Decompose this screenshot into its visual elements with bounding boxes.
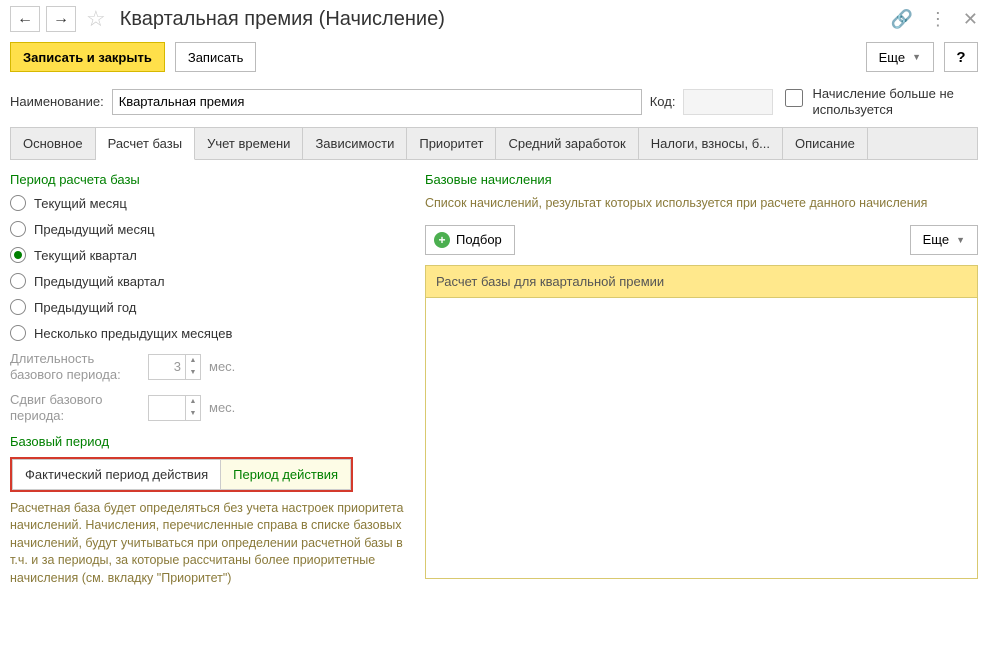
window-title: Квартальная премия (Начисление) xyxy=(116,8,885,31)
calc-note: Расчетная база будет определяться без уч… xyxy=(10,500,405,588)
shift-stepper[interactable]: ▲▼ xyxy=(148,395,201,421)
radio-icon xyxy=(10,273,26,289)
radio-current-month[interactable]: Текущий месяц xyxy=(10,195,405,211)
duration-input[interactable] xyxy=(149,355,185,379)
duration-stepper[interactable]: ▲▼ xyxy=(148,354,201,380)
bp-period-button[interactable]: Период действия xyxy=(221,459,351,490)
select-button[interactable]: + Подбор xyxy=(425,225,515,255)
tabs: Основное Расчет базы Учет времени Зависи… xyxy=(10,127,978,160)
bp-actual-button[interactable]: Фактический период действия xyxy=(12,459,221,490)
more-button[interactable]: Еще▼ xyxy=(866,42,934,72)
shift-input[interactable] xyxy=(149,396,185,420)
tab-priority[interactable]: Приоритет xyxy=(407,128,496,159)
base-accruals-desc: Список начислений, результат которых исп… xyxy=(425,195,978,213)
tab-time[interactable]: Учет времени xyxy=(195,128,303,159)
save-button[interactable]: Записать xyxy=(175,42,257,72)
chevron-down-icon: ▼ xyxy=(912,52,921,62)
tab-desc[interactable]: Описание xyxy=(783,128,868,159)
tab-tax[interactable]: Налоги, взносы, б... xyxy=(639,128,783,159)
shift-label: Сдвиг базового периода: xyxy=(10,392,140,423)
chevron-up-icon[interactable]: ▲ xyxy=(186,396,200,408)
back-button[interactable]: ← xyxy=(10,6,40,32)
plus-icon: + xyxy=(434,232,450,248)
table-header: Расчет базы для квартальной премии xyxy=(426,266,977,298)
code-input[interactable] xyxy=(683,89,773,115)
duration-label: Длительность базового периода: xyxy=(10,351,140,382)
name-label: Наименование: xyxy=(10,94,104,109)
radio-icon xyxy=(10,221,26,237)
name-input[interactable] xyxy=(112,89,642,115)
chevron-down-icon[interactable]: ▼ xyxy=(186,367,200,379)
radio-current-quarter[interactable]: Текущий квартал xyxy=(10,247,405,263)
chevron-down-icon: ▼ xyxy=(956,235,965,245)
link-icon[interactable]: 🔗 xyxy=(890,9,912,30)
base-period-title: Период расчета базы xyxy=(10,172,405,187)
chevron-up-icon[interactable]: ▲ xyxy=(186,355,200,367)
chevron-down-icon[interactable]: ▼ xyxy=(186,408,200,420)
table-body[interactable] xyxy=(426,298,977,578)
disabled-label: Начисление больше не используется xyxy=(812,86,962,117)
favorite-icon[interactable]: ☆ xyxy=(86,6,106,32)
base-accruals-title: Базовые начисления xyxy=(425,172,978,187)
forward-button[interactable]: → xyxy=(46,6,76,32)
radio-several-months[interactable]: Несколько предыдущих месяцев xyxy=(10,325,405,341)
tab-main[interactable]: Основное xyxy=(11,128,96,159)
base-period-group: Базовый период xyxy=(10,434,405,449)
close-icon[interactable]: ✕ xyxy=(963,9,978,30)
radio-prev-year[interactable]: Предыдущий год xyxy=(10,299,405,315)
accruals-table: Расчет базы для квартальной премии xyxy=(425,265,978,579)
save-close-button[interactable]: Записать и закрыть xyxy=(10,42,165,72)
code-label: Код: xyxy=(650,94,676,109)
help-button[interactable]: ? xyxy=(944,42,978,72)
radio-icon xyxy=(10,325,26,341)
disabled-checkbox[interactable] xyxy=(785,89,803,107)
more-button-right[interactable]: Еще▼ xyxy=(910,225,978,255)
tab-base-calc[interactable]: Расчет базы xyxy=(96,128,196,160)
radio-prev-month[interactable]: Предыдущий месяц xyxy=(10,221,405,237)
radio-prev-quarter[interactable]: Предыдущий квартал xyxy=(10,273,405,289)
tab-avg[interactable]: Средний заработок xyxy=(496,128,638,159)
radio-icon xyxy=(10,299,26,315)
tab-deps[interactable]: Зависимости xyxy=(303,128,407,159)
radio-icon xyxy=(10,247,26,263)
radio-icon xyxy=(10,195,26,211)
menu-icon[interactable]: ⋮ xyxy=(929,9,947,30)
